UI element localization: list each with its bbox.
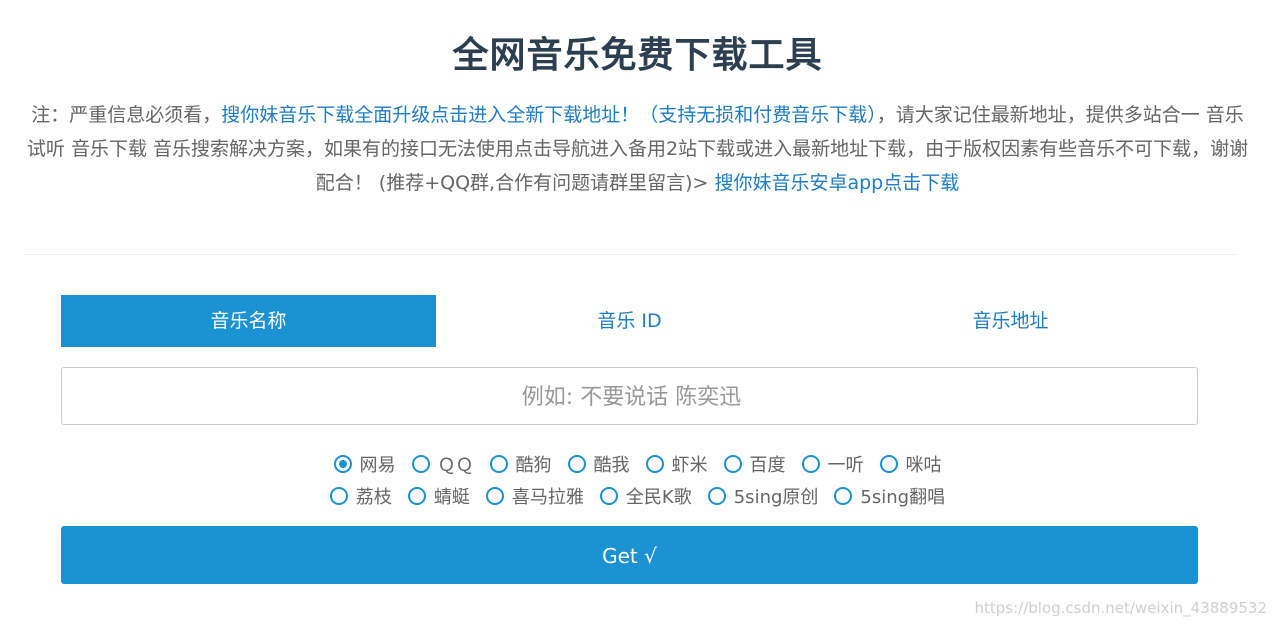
- radio-icon[interactable]: [834, 487, 853, 505]
- source-option[interactable]: 咪咕: [879, 451, 942, 477]
- radio-icon[interactable]: [329, 487, 348, 505]
- search-box: [61, 367, 1201, 426]
- divider: [24, 254, 1237, 255]
- page: 全网音乐免费下载工具 注：严重信息必须看，搜你妹音乐下载全面升级点击进入全新下载…: [0, 0, 1275, 625]
- source-option-label: 网易: [359, 455, 396, 476]
- source-option-label: 荔枝: [355, 487, 392, 508]
- watermark: https://blog.csdn.net/weixin_43889532: [974, 599, 1267, 617]
- source-option[interactable]: 全民K歌: [599, 483, 692, 509]
- page-title: 全网音乐免费下载工具: [452, 35, 823, 76]
- radio-icon[interactable]: [723, 455, 742, 473]
- source-option[interactable]: 5sing原创: [707, 483, 819, 509]
- radio-icon[interactable]: [407, 487, 426, 505]
- upgrade-link[interactable]: 搜你妹音乐下载全面升级点击进入全新下载地址！（支持无损和付费音乐下载）: [221, 104, 877, 126]
- source-option-label: 喜马拉雅: [511, 487, 584, 508]
- radio-icon[interactable]: [567, 455, 586, 473]
- source-row-2: 荔枝 蜻蜓 喜马拉雅 全民K歌 5sing原创 5sing翻唱: [0, 480, 1275, 512]
- source-option[interactable]: 虾米: [645, 451, 708, 477]
- radio-icon[interactable]: [879, 455, 898, 473]
- radio-icon[interactable]: [489, 455, 508, 473]
- source-option[interactable]: 酷狗: [489, 451, 552, 477]
- source-option-label: 一听: [827, 455, 864, 476]
- search-type-tabs: 音乐名称 音乐 ID 音乐地址: [61, 295, 1198, 347]
- source-option-label: 百度: [749, 455, 786, 476]
- source-option-label: 蜻蜓: [433, 487, 470, 508]
- source-option-label: 5sing翻唱: [860, 487, 946, 508]
- source-option[interactable]: 喜马拉雅: [485, 483, 584, 509]
- radio-icon[interactable]: [707, 487, 726, 505]
- tab-music-id[interactable]: 音乐 ID: [436, 295, 823, 347]
- source-option-label: 虾米: [671, 455, 708, 476]
- source-option-label: ＱＱ: [437, 455, 474, 476]
- get-button[interactable]: Get √: [61, 526, 1198, 584]
- tab-music-name[interactable]: 音乐名称: [61, 295, 436, 347]
- radio-icon[interactable]: [333, 455, 352, 473]
- source-options: 网易 ＱＱ 酷狗 酷我 虾米 百度 一听 咪咕 荔枝 蜻蜓 喜马拉雅 全民K歌 5sing原创 5sin…: [0, 448, 1275, 512]
- radio-icon[interactable]: [645, 455, 664, 473]
- source-option[interactable]: 酷我: [567, 451, 630, 477]
- radio-icon[interactable]: [801, 455, 820, 473]
- radio-icon[interactable]: [485, 487, 504, 505]
- notice-text: 注：严重信息必须看，搜你妹音乐下载全面升级点击进入全新下载地址！（支持无损和付费…: [24, 98, 1251, 200]
- source-option-label: 5sing原创: [733, 487, 819, 508]
- source-option-label: 酷狗: [515, 455, 552, 476]
- source-option[interactable]: 网易: [333, 451, 396, 477]
- android-app-link[interactable]: 搜你妹音乐安卓app点击下载: [714, 172, 959, 194]
- source-option[interactable]: 蜻蜓: [407, 483, 470, 509]
- source-row-1: 网易 ＱＱ 酷狗 酷我 虾米 百度 一听 咪咕: [0, 448, 1275, 480]
- source-option-label: 咪咕: [905, 455, 942, 476]
- radio-icon[interactable]: [411, 455, 430, 473]
- source-option[interactable]: 百度: [723, 451, 786, 477]
- search-input[interactable]: [62, 368, 1201, 426]
- source-option[interactable]: 荔枝: [329, 483, 392, 509]
- source-option[interactable]: 一听: [801, 451, 864, 477]
- radio-icon[interactable]: [599, 487, 618, 505]
- source-option-label: 全民K歌: [625, 487, 692, 508]
- notice-prefix: 注：严重信息必须看，: [31, 104, 222, 126]
- tab-music-url[interactable]: 音乐地址: [823, 295, 1198, 347]
- source-option[interactable]: 5sing翻唱: [834, 483, 945, 509]
- source-option[interactable]: ＱＱ: [411, 451, 474, 477]
- source-option-label: 酷我: [593, 455, 630, 476]
